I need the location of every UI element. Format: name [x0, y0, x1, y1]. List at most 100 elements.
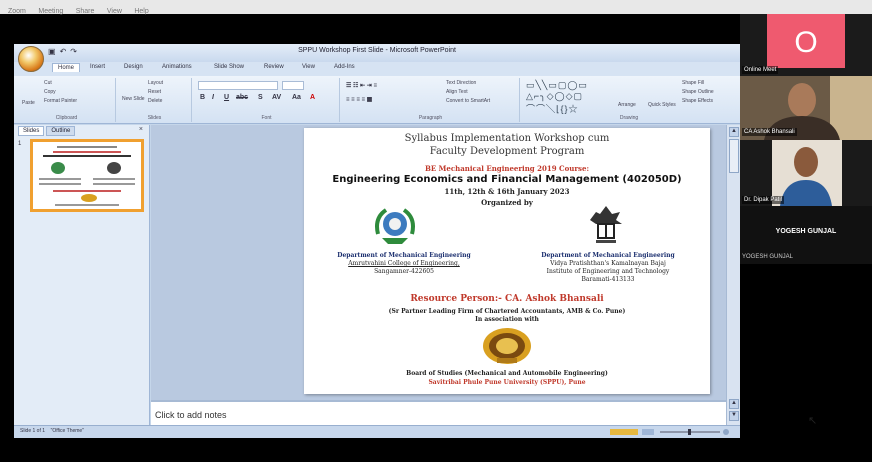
slides-label: Slides: [147, 115, 162, 121]
thumb-logo-right: [107, 162, 121, 174]
shape-fill-button[interactable]: Shape Fill: [682, 80, 704, 86]
office-button[interactable]: [18, 46, 44, 72]
association-text: In association with: [475, 316, 539, 323]
next-slide-icon[interactable]: ▼: [729, 411, 739, 421]
participant-tile-gunjal[interactable]: YOGESH GUNJAL YOGESH GUNJAL: [740, 206, 872, 264]
participant-display-name: YOGESH GUNJAL: [775, 228, 837, 235]
paragraph-group: ☰ ☷ ⇤ ⇥ ≡ ≡ ≡ ≡ ≡ ▦ Text Direction Align…: [342, 78, 520, 122]
tab-animations[interactable]: Animations: [162, 64, 192, 70]
menu-view[interactable]: View: [107, 8, 122, 15]
notes-placeholder: Click to add notes: [155, 410, 227, 420]
clipboard-label: Clipboard: [55, 115, 78, 121]
resource-description: (Sr Partner Leading Firm of Chartered Ac…: [388, 308, 626, 315]
slide-title-line1: Syllabus Implementation Workshop cum: [404, 133, 610, 144]
change-case-button[interactable]: Aa: [292, 94, 301, 101]
cut-button[interactable]: Cut: [44, 80, 52, 86]
dept-right-head: Department of Mechanical Engineering: [541, 252, 675, 259]
tab-home[interactable]: Home: [52, 63, 81, 72]
align-buttons[interactable]: ≡ ≡ ≡ ≡ ▦: [346, 96, 372, 103]
previous-slide-icon[interactable]: ▲: [729, 399, 739, 409]
ribbon: Paste Cut Copy Format Painter Clipboard …: [14, 76, 740, 124]
reset-button[interactable]: Reset: [148, 89, 161, 95]
participant-tile-patil[interactable]: Dr. Dipak Patil: [740, 140, 872, 206]
font-group: B I U abc S AV Aa A Font: [194, 78, 340, 122]
format-painter-button[interactable]: Format Painter: [44, 98, 77, 104]
new-slide-button[interactable]: New Slide: [122, 96, 145, 102]
vertical-scrollbar[interactable]: ▲ ▲ ▼: [726, 125, 740, 425]
delete-button[interactable]: Delete: [148, 98, 162, 104]
slides-pane: Slides Outline × 1: [14, 125, 150, 425]
dept-left-line1: Amrutvahini College of Engineering,: [348, 260, 460, 267]
tab-slides[interactable]: Slides: [18, 126, 45, 136]
shape-effects-button[interactable]: Shape Effects: [682, 98, 713, 104]
arrange-button[interactable]: Arrange: [618, 102, 636, 108]
theme-name: "Office Theme": [50, 428, 84, 434]
resource-person: Resource Person:- CA. Ashok Bhansali: [410, 294, 604, 304]
convert-smartart-button[interactable]: Convert to SmartArt: [446, 98, 490, 104]
status-bar: Slide 1 of 1 "Office Theme": [14, 425, 740, 438]
bullets-button[interactable]: ☰ ☷ ⇤ ⇥ ≡: [346, 82, 377, 89]
drawing-label: Drawing: [619, 115, 639, 121]
participant-tile-online-meet[interactable]: O Online Meet: [740, 14, 872, 76]
dept-right-line2: Institute of Engineering and Technology: [546, 268, 670, 275]
strikethrough-button[interactable]: abc: [236, 94, 248, 101]
menu-zoom[interactable]: Zoom: [8, 8, 26, 15]
participant-name: Dr. Dipak Patil: [742, 196, 785, 204]
align-text-button[interactable]: Align Text: [446, 89, 468, 95]
menu-meeting[interactable]: Meeting: [38, 8, 63, 15]
font-label: Font: [261, 115, 272, 121]
vpkbiet-logo-icon: [590, 206, 622, 243]
tab-design[interactable]: Design: [124, 64, 143, 70]
dept-right-line3: Baramati-413133: [581, 276, 635, 283]
quick-styles-button[interactable]: Quick Styles: [648, 102, 676, 108]
dept-left-head: Department of Mechanical Engineering: [337, 252, 471, 259]
slide-canvas[interactable]: Syllabus Implementation Workshop cum Fac…: [304, 128, 710, 394]
slide-title-line2: Faculty Development Program: [429, 146, 585, 157]
workshop-dates: 11th, 12th & 16th January 2023: [444, 187, 570, 196]
italic-button[interactable]: I: [212, 94, 214, 101]
scroll-thumb[interactable]: [729, 139, 739, 173]
text-direction-button[interactable]: Text Direction: [446, 80, 476, 86]
board-of-studies: Board of Studies (Mechanical and Automob…: [406, 370, 608, 377]
university-name: Savitribai Phule Pune University (SPPU),…: [428, 379, 586, 386]
font-family-select[interactable]: [198, 81, 278, 90]
menu-share[interactable]: Share: [76, 8, 95, 15]
amrutvahini-logo-icon: [375, 208, 415, 244]
char-spacing-button[interactable]: AV: [272, 94, 281, 101]
tab-outline[interactable]: Outline: [46, 126, 76, 136]
notes-pane[interactable]: Click to add notes: [151, 400, 726, 425]
shadow-button[interactable]: S: [258, 94, 263, 101]
course-name: BE Mechanical Engineering 2019 Course:: [424, 164, 590, 173]
slide-thumbnail[interactable]: [30, 139, 144, 212]
bold-button[interactable]: B: [200, 94, 205, 101]
subject-title: Engineering Economics and Financial Mana…: [332, 174, 682, 185]
avatar: O: [767, 14, 845, 68]
participant-tile-bhansali[interactable]: CA Ashok Bhansali: [740, 76, 872, 140]
tab-insert[interactable]: Insert: [90, 64, 105, 70]
os-menu-bar: Zoom Meeting Share View Help: [0, 0, 872, 15]
menu-help[interactable]: Help: [134, 8, 148, 15]
font-color-button[interactable]: A: [310, 94, 315, 101]
thumb-logo-bottom: [81, 194, 97, 202]
shapes-gallery[interactable]: ▭╲╲▭▢◯▭ △⌐╮◇◯◇▢ ⌒⌒╲⌊{}☆: [526, 80, 588, 115]
zoom-slider[interactable]: [610, 429, 730, 435]
tab-review[interactable]: Review: [264, 64, 284, 70]
dept-left: Department of Mechanical Engineering Amr…: [304, 252, 504, 276]
paste-button[interactable]: Paste: [22, 100, 35, 106]
underline-button[interactable]: U: [224, 94, 229, 101]
shape-outline-button[interactable]: Shape Outline: [682, 89, 714, 95]
ribbon-tabs: Home Insert Design Animations Slide Show…: [14, 62, 740, 76]
scroll-up-icon[interactable]: ▲: [729, 127, 739, 137]
slide-number: 1: [18, 141, 22, 147]
title-bar: ▣ ↶ ↷ SPPU Workshop First Slide - Micros…: [14, 44, 740, 62]
font-size-select[interactable]: [282, 81, 304, 90]
paragraph-label: Paragraph: [418, 115, 443, 121]
tab-add-ins[interactable]: Add-Ins: [334, 64, 355, 70]
mouse-pointer-icon: ↖: [808, 415, 818, 427]
tab-slide-show[interactable]: Slide Show: [214, 64, 244, 70]
close-icon[interactable]: ×: [139, 126, 143, 133]
tab-view[interactable]: View: [302, 64, 315, 70]
copy-button[interactable]: Copy: [44, 89, 56, 95]
participant-name: YOGESH GUNJAL: [742, 254, 794, 260]
layout-button[interactable]: Layout: [148, 80, 163, 86]
